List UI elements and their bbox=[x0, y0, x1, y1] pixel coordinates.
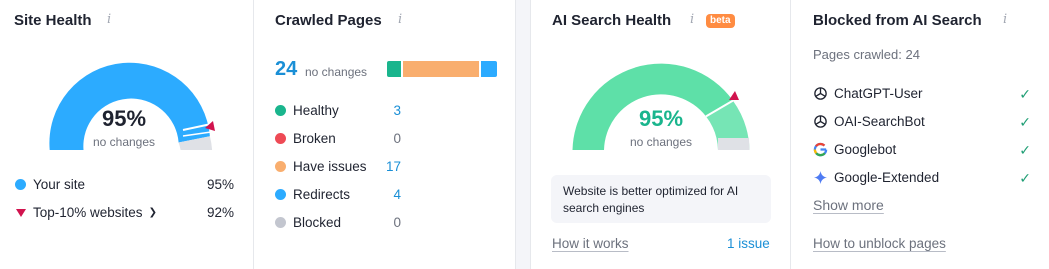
have-issues-value[interactable]: 17 bbox=[375, 159, 401, 174]
openai-icon bbox=[814, 115, 827, 128]
check-icon: ✓ bbox=[1019, 86, 1031, 102]
redirects-value[interactable]: 4 bbox=[375, 187, 401, 202]
blocked-ai-title: Blocked from AI Search bbox=[813, 12, 982, 29]
row-label: Blocked bbox=[293, 215, 342, 230]
row-blocked: Blocked bbox=[275, 215, 341, 230]
show-more-link[interactable]: Show more bbox=[813, 197, 884, 213]
healthy-dot-icon bbox=[275, 105, 286, 116]
top10-value: 92% bbox=[206, 205, 234, 220]
row-label: Healthy bbox=[293, 103, 339, 118]
bar-segment-have-issues[interactable] bbox=[403, 61, 479, 77]
legend-your-site: Your site bbox=[15, 177, 85, 192]
section-divider bbox=[515, 0, 531, 269]
top10-triangle-icon bbox=[16, 208, 26, 217]
bar-segment-healthy[interactable] bbox=[387, 61, 401, 77]
info-icon[interactable]: i bbox=[1003, 12, 1007, 27]
pages-crawled-text: Pages crawled: 24 bbox=[813, 47, 920, 62]
row-healthy: Healthy bbox=[275, 103, 339, 118]
crawled-count[interactable]: 24 bbox=[275, 58, 297, 81]
gauge-subtext: no changes bbox=[92, 135, 156, 149]
redirects-dot-icon bbox=[275, 189, 286, 200]
check-icon: ✓ bbox=[1019, 114, 1031, 130]
row-label: Redirects bbox=[293, 187, 351, 202]
benchmark-marker-icon bbox=[729, 91, 739, 100]
beta-badge: beta bbox=[706, 14, 735, 28]
row-redirects: Redirects bbox=[275, 187, 350, 202]
gauge-percent: 95% bbox=[638, 106, 684, 131]
row-label: Broken bbox=[293, 131, 336, 146]
bar-segment-redirects[interactable] bbox=[481, 61, 497, 77]
site-health-card: Site Health i 95% no changes Your site 9… bbox=[0, 0, 254, 269]
broken-value: 0 bbox=[393, 131, 401, 146]
ai-search-health-card: AI Search Health i beta 95% no changes W… bbox=[531, 0, 791, 269]
legend-label: Your site bbox=[33, 177, 86, 192]
gauge-percent: 95% bbox=[101, 106, 147, 131]
row-label: Have issues bbox=[293, 159, 367, 174]
gauge-subtext: no changes bbox=[629, 135, 693, 149]
check-icon: ✓ bbox=[1019, 142, 1031, 158]
bot-name: OAI-SearchBot bbox=[834, 114, 925, 129]
bot-row: Googlebot bbox=[813, 142, 896, 157]
google-icon bbox=[813, 142, 828, 157]
broken-dot-icon bbox=[275, 133, 286, 144]
check-icon: ✓ bbox=[1019, 170, 1031, 186]
site-health-title: Site Health bbox=[14, 12, 92, 29]
issues-link[interactable]: 1 issue bbox=[727, 236, 770, 251]
ai-status-callout: Website is better optimized for AI searc… bbox=[551, 175, 771, 223]
bot-row: ChatGPT-User bbox=[813, 86, 923, 101]
bot-name: Google-Extended bbox=[834, 170, 940, 185]
bot-row: OAI-SearchBot bbox=[813, 114, 925, 129]
healthy-value[interactable]: 3 bbox=[375, 103, 401, 118]
how-to-unblock-link[interactable]: How to unblock pages bbox=[813, 236, 946, 251]
ai-gauge-label: 95% no changes bbox=[581, 106, 741, 149]
crawled-pages-card: Crawled Pages i 24 no changes Healthy 3 … bbox=[255, 0, 515, 269]
legend-label: Top-10% websites bbox=[33, 205, 143, 220]
info-icon[interactable]: i bbox=[690, 12, 694, 27]
bot-name: ChatGPT-User bbox=[834, 86, 923, 101]
site-health-gauge-label: 95% no changes bbox=[44, 106, 204, 149]
have-issues-dot-icon bbox=[275, 161, 286, 172]
info-icon[interactable]: i bbox=[107, 12, 111, 27]
crawled-pages-title: Crawled Pages bbox=[275, 12, 382, 29]
how-it-works-link[interactable]: How it works bbox=[552, 236, 629, 251]
row-broken: Broken bbox=[275, 131, 336, 146]
legend-top10-websites[interactable]: Top-10% websites ❯ bbox=[15, 205, 157, 220]
your-site-dot-icon bbox=[15, 179, 26, 190]
crawled-distribution-bar bbox=[387, 61, 497, 77]
row-have-issues: Have issues bbox=[275, 159, 367, 174]
bot-row: Google-Extended bbox=[813, 170, 939, 185]
gemini-icon bbox=[813, 170, 828, 185]
blocked-ai-card: Blocked from AI Search i Pages crawled: … bbox=[792, 0, 1049, 269]
blocked-dot-icon bbox=[275, 217, 286, 228]
your-site-value: 95% bbox=[206, 177, 234, 192]
openai-icon bbox=[814, 87, 827, 100]
blocked-value: 0 bbox=[393, 215, 401, 230]
info-icon[interactable]: i bbox=[398, 12, 402, 27]
bot-name: Googlebot bbox=[834, 142, 897, 157]
chevron-down-icon[interactable]: ❯ bbox=[149, 207, 157, 218]
ai-search-health-title: AI Search Health bbox=[552, 12, 672, 29]
crawled-count-sub: no changes bbox=[305, 65, 368, 79]
